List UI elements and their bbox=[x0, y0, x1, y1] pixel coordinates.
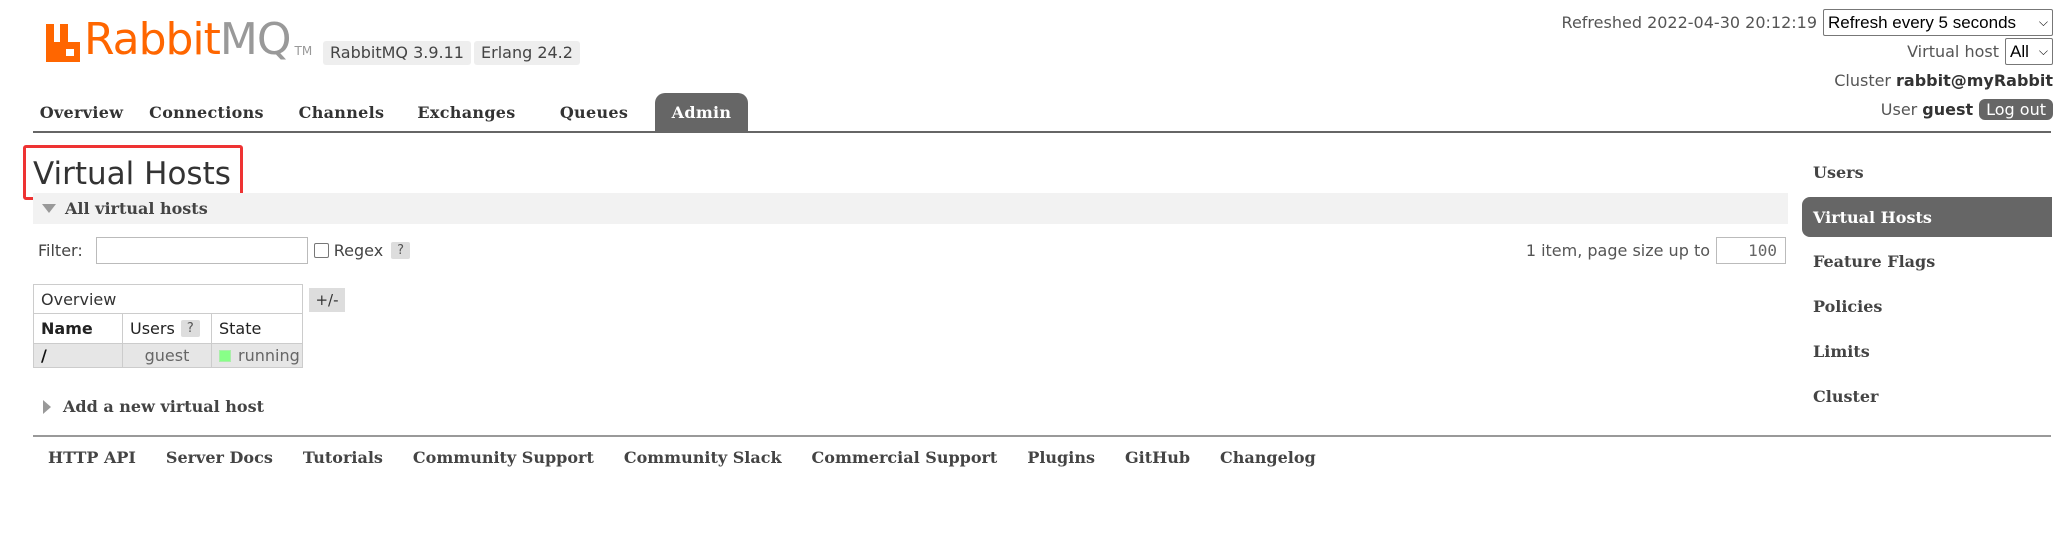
refresh-interval-value: Refresh every 5 seconds bbox=[1828, 12, 2017, 32]
chevron-down-icon: ⌵ bbox=[2038, 15, 2048, 29]
footer-link-changelog[interactable]: Changelog bbox=[1205, 446, 1331, 470]
footer-divider bbox=[33, 435, 2051, 437]
rabbitmq-logo[interactable]: Rabbit MQ TM bbox=[46, 14, 313, 65]
admin-sidebar: Users Virtual Hosts Feature Flags Polici… bbox=[1802, 150, 2052, 419]
paging-info: 1 item, page size up to 100 bbox=[1526, 236, 1786, 264]
logo-tm: TM bbox=[294, 44, 313, 58]
erlang-version-badge: Erlang 24.2 bbox=[474, 41, 580, 65]
section-all-virtual-hosts-label: All virtual hosts bbox=[65, 199, 208, 218]
sidebar-item-policies[interactable]: Policies bbox=[1802, 284, 2052, 329]
refreshed-time: 2022-04-30 20:12:19 bbox=[1647, 13, 1817, 32]
user-label: User bbox=[1880, 100, 1918, 119]
tab-channels[interactable]: Channels bbox=[283, 93, 400, 132]
cluster-name: rabbit@myRabbit bbox=[1896, 71, 2053, 90]
footer-link-github[interactable]: GitHub bbox=[1110, 446, 1205, 470]
rabbitmq-version-badge: RabbitMQ 3.9.11 bbox=[323, 41, 471, 65]
running-status-icon bbox=[219, 349, 231, 362]
tab-admin[interactable]: Admin bbox=[655, 93, 748, 132]
users-help-button[interactable]: ? bbox=[180, 320, 200, 337]
paging-text: 1 item, page size up to bbox=[1525, 240, 1710, 260]
sidebar-item-limits[interactable]: Limits bbox=[1802, 329, 2052, 374]
footer-link-http-api[interactable]: HTTP API bbox=[33, 446, 151, 470]
footer-link-plugins[interactable]: Plugins bbox=[1012, 446, 1110, 470]
footer-link-community-slack[interactable]: Community Slack bbox=[609, 446, 797, 470]
column-header-users-label: Users bbox=[130, 319, 175, 338]
regex-help-button[interactable]: ? bbox=[391, 241, 411, 259]
rabbitmq-logo-icon bbox=[46, 24, 80, 62]
logout-button[interactable]: Log out bbox=[1979, 99, 2053, 120]
footer-link-commercial-support[interactable]: Commercial Support bbox=[797, 446, 1013, 470]
table-row-state-label: running bbox=[238, 346, 300, 365]
cluster-row: Cluster rabbit@myRabbit bbox=[1458, 66, 2058, 95]
sidebar-item-cluster[interactable]: Cluster bbox=[1802, 374, 2052, 419]
title-highlight-box bbox=[23, 145, 243, 200]
tab-queues[interactable]: Queues bbox=[533, 93, 655, 132]
footer-link-tutorials[interactable]: Tutorials bbox=[288, 446, 398, 470]
column-header-users[interactable]: Users ? bbox=[122, 314, 212, 344]
footer-links: HTTP API Server Docs Tutorials Community… bbox=[33, 446, 1331, 470]
refresh-interval-select[interactable]: Refresh every 5 seconds ⌵ bbox=[1823, 9, 2053, 36]
section-add-virtual-host-label: Add a new virtual host bbox=[63, 397, 264, 416]
regex-label: Regex bbox=[333, 240, 384, 260]
table-row-name-link[interactable]: / bbox=[33, 344, 123, 368]
chevron-down-icon: ⌵ bbox=[2038, 44, 2048, 58]
vhost-select-value: All bbox=[2009, 41, 2029, 61]
vhost-select[interactable]: All ⌵ bbox=[2004, 38, 2053, 65]
filter-row: Filter: Regex ? bbox=[38, 236, 411, 264]
footer-link-community-support[interactable]: Community Support bbox=[398, 446, 609, 470]
section-all-virtual-hosts[interactable]: All virtual hosts bbox=[33, 193, 1788, 224]
table-group-header: Overview bbox=[33, 284, 303, 314]
column-header-name[interactable]: Name bbox=[33, 314, 123, 344]
collapse-triangle-icon bbox=[42, 204, 56, 213]
sidebar-item-virtual-hosts[interactable]: Virtual Hosts bbox=[1802, 197, 2052, 237]
section-add-virtual-host[interactable]: Add a new virtual host bbox=[43, 397, 264, 416]
table-row-state: running bbox=[211, 344, 303, 368]
page-size-input[interactable]: 100 bbox=[1716, 236, 1786, 264]
footer-link-server-docs[interactable]: Server Docs bbox=[151, 446, 288, 470]
status-panel: Refreshed 2022-04-30 20:12:19 Refresh ev… bbox=[1458, 8, 2058, 124]
cluster-label: Cluster bbox=[1834, 71, 1892, 90]
user-name: guest bbox=[1922, 100, 1974, 119]
main-tabs: Overview Connections Channels Exchanges … bbox=[33, 93, 748, 132]
tab-exchanges[interactable]: Exchanges bbox=[400, 93, 533, 132]
column-header-state[interactable]: State bbox=[211, 314, 303, 344]
tab-divider bbox=[33, 131, 2051, 133]
user-row: User guest Log out bbox=[1458, 95, 2058, 124]
expand-triangle-icon bbox=[43, 399, 51, 414]
sidebar-item-users[interactable]: Users bbox=[1802, 150, 2052, 195]
tab-overview[interactable]: Overview bbox=[33, 93, 130, 132]
table-row-users: guest bbox=[122, 344, 212, 368]
vhost-label: Virtual host bbox=[1907, 42, 1999, 61]
column-toggle-button[interactable]: +/- bbox=[309, 288, 345, 312]
filter-input[interactable] bbox=[95, 236, 308, 264]
refresh-row: Refreshed 2022-04-30 20:12:19 Refresh ev… bbox=[1458, 8, 2058, 37]
regex-checkbox[interactable] bbox=[313, 242, 329, 258]
logo-text-mq: MQ bbox=[219, 14, 292, 65]
refreshed-label: Refreshed bbox=[1561, 13, 1642, 32]
logo-text-rabbit: Rabbit bbox=[84, 14, 221, 65]
filter-label: Filter: bbox=[38, 240, 83, 260]
sidebar-item-feature-flags[interactable]: Feature Flags bbox=[1802, 239, 2052, 284]
tab-connections[interactable]: Connections bbox=[130, 93, 283, 132]
vhost-row: Virtual host All ⌵ bbox=[1458, 37, 2058, 66]
